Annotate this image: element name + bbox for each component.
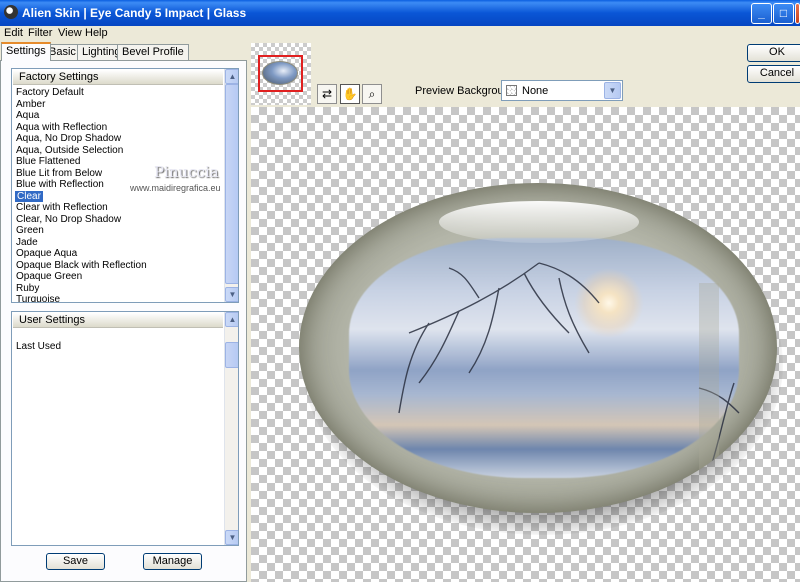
glass-highlight: [439, 201, 639, 243]
maximize-button[interactable]: □: [773, 3, 794, 24]
list-item[interactable]: Aqua: [16, 110, 39, 122]
list-item[interactable]: Blue Lit from Below: [16, 168, 102, 180]
navigator-viewport-frame[interactable]: [258, 55, 303, 92]
toggle-preview-icon[interactable]: ⇄: [317, 84, 337, 104]
user-settings-header: User Settings: [13, 313, 223, 328]
app-icon[interactable]: [4, 5, 18, 19]
scroll-thumb[interactable]: [225, 84, 238, 284]
user-list-scrollbar[interactable]: ▲ ▼: [224, 312, 238, 545]
scroll-down-arrow-icon[interactable]: ▼: [225, 530, 238, 545]
watermark-site: www.maidiregrafica.eu: [130, 183, 221, 193]
cancel-button[interactable]: Cancel: [747, 65, 800, 83]
user-settings-list[interactable]: User Settings Last Used ▲ ▼: [11, 311, 239, 546]
scroll-up-arrow-icon[interactable]: ▲: [225, 312, 238, 327]
list-item[interactable]: Opaque Black with Reflection: [16, 260, 147, 272]
zoom-tool-icon[interactable]: ⌕: [362, 84, 382, 104]
list-item[interactable]: Blue Flattened: [16, 156, 81, 168]
list-item[interactable]: Opaque Green: [16, 271, 82, 283]
minimize-button[interactable]: _: [751, 3, 772, 24]
close-button[interactable]: [795, 3, 800, 24]
list-item[interactable]: Last Used: [16, 341, 61, 353]
scroll-down-arrow-icon[interactable]: ▼: [225, 287, 238, 302]
list-item[interactable]: Amber: [16, 99, 45, 111]
tab-bevel-profile[interactable]: Bevel Profile: [117, 44, 189, 60]
hand-tool-icon[interactable]: ✋: [340, 84, 360, 104]
chevron-down-icon[interactable]: ▼: [604, 82, 621, 99]
glass-oval-preview: [299, 183, 777, 513]
window-title: Alien Skin | Eye Candy 5 Impact | Glass: [22, 6, 247, 20]
menu-view[interactable]: View: [58, 27, 82, 39]
preview-background-select[interactable]: None ▼: [501, 80, 623, 101]
preview-background-value: None: [522, 85, 549, 97]
preview-canvas[interactable]: [251, 107, 800, 582]
scroll-thumb[interactable]: [225, 342, 238, 368]
list-item[interactable]: Ruby: [16, 283, 39, 295]
menu-bar: Edit Filter View Help: [0, 26, 800, 42]
list-item[interactable]: Clear with Reflection: [16, 202, 108, 214]
menu-edit[interactable]: Edit: [4, 27, 23, 39]
list-item[interactable]: Aqua, No Drop Shadow: [16, 133, 121, 145]
list-item[interactable]: Factory Default: [16, 87, 84, 99]
list-item[interactable]: Aqua with Reflection: [16, 122, 107, 134]
watermark-name: Pinuccia: [154, 163, 219, 181]
tab-settings[interactable]: Settings: [1, 42, 51, 61]
list-item-selected[interactable]: Clear: [15, 190, 43, 202]
menu-help[interactable]: Help: [85, 27, 108, 39]
list-item[interactable]: Turquoise: [16, 294, 60, 302]
menu-filter[interactable]: Filter: [28, 27, 52, 39]
manage-button[interactable]: Manage: [143, 553, 202, 570]
factory-list-scrollbar[interactable]: ▲ ▼: [224, 69, 238, 302]
list-item[interactable]: Opaque Aqua: [16, 248, 77, 260]
save-button[interactable]: Save: [46, 553, 105, 570]
ok-button[interactable]: OK: [747, 44, 800, 62]
title-bar: Alien Skin | Eye Candy 5 Impact | Glass …: [0, 0, 800, 26]
factory-settings-header: Factory Settings: [13, 70, 223, 85]
list-item[interactable]: Blue with Reflection: [16, 179, 104, 191]
list-item[interactable]: Green: [16, 225, 44, 237]
list-item[interactable]: Aqua, Outside Selection: [16, 145, 123, 157]
list-item[interactable]: Clear, No Drop Shadow: [16, 214, 121, 226]
list-item[interactable]: Jade: [16, 237, 38, 249]
scroll-up-arrow-icon[interactable]: ▲: [225, 69, 238, 84]
background-swatch-icon: [506, 85, 517, 96]
